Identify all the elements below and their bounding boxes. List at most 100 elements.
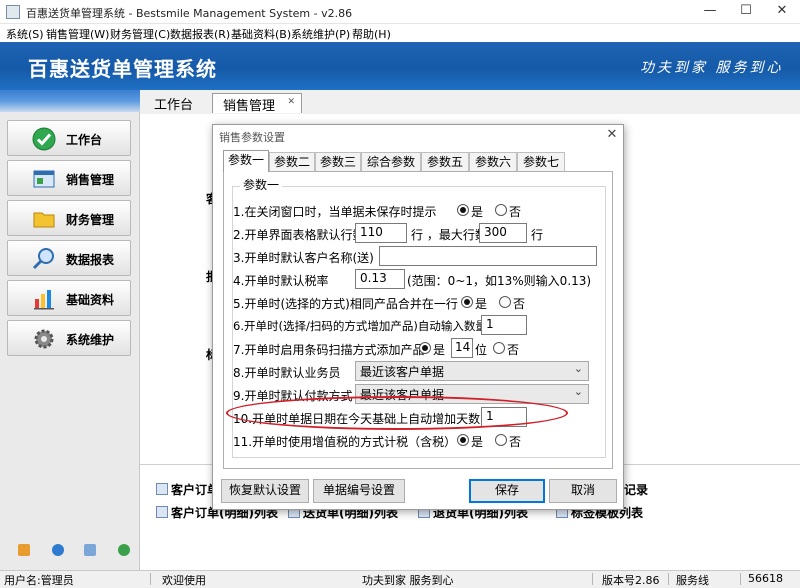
bar-chart-icon [34, 290, 54, 310]
check-circle-icon [32, 127, 56, 151]
nav-label: 基础资料 [66, 293, 115, 307]
setting-label: 6.开单时(选择/扫码的方式增加产品)自动输入数量 [233, 319, 487, 333]
maximize-button[interactable]: ☐ [728, 0, 764, 24]
list-icon [156, 483, 168, 495]
cancel-button[interactable]: 取消 [549, 479, 617, 503]
work-tabs: 工作台 销售管理 ✕ [140, 90, 800, 114]
minimize-button[interactable]: — [692, 0, 728, 24]
radio-yes-label: 是 [471, 205, 484, 219]
radio-no-label: 否 [513, 297, 526, 311]
setting-label: 行 [531, 228, 544, 242]
tax-rate-hint: (范围：0~1，如13%则输入0.13) [407, 274, 592, 288]
radio-yes[interactable] [457, 434, 469, 446]
tab-param-6[interactable]: 参数六 [469, 152, 517, 172]
setting-label: 11.开单时使用增值税的方式计税（含税） [233, 435, 457, 449]
menu-base-data[interactable]: 基础资料(B) [231, 26, 291, 42]
nav-sales[interactable]: 销售管理 [7, 160, 131, 196]
status-separator [740, 573, 741, 585]
list-icon [156, 506, 168, 518]
nav-label: 数据报表 [66, 253, 115, 267]
menu-finance[interactable]: 财务管理(C) [110, 26, 170, 42]
exit-icon[interactable] [118, 544, 130, 556]
nav-finance[interactable]: 财务管理 [7, 200, 131, 236]
sales-settings-dialog: 销售参数设置 ✕ 参数一 参数二 参数三 综合参数 参数五 参数六 参数七 参数… [212, 124, 624, 510]
radio-no-label: 否 [509, 205, 522, 219]
menu-system[interactable]: 系统(S) [6, 26, 44, 42]
link-records[interactable]: 记录 [624, 481, 648, 498]
folder-icon [33, 212, 55, 228]
tab-workbench[interactable]: 工作台 [144, 93, 203, 113]
tab-close-icon[interactable]: ✕ [287, 97, 295, 107]
setting-label: 3.开单时默认客户名称(送) [233, 251, 374, 265]
barcode-digits-input[interactable]: 14 [451, 338, 473, 358]
auto-quantity-input[interactable]: 1 [481, 315, 527, 335]
setting-label: 8.开单时默认业务员 [233, 366, 341, 380]
tab-param-3[interactable]: 参数三 [315, 152, 361, 172]
banner-slogan: 功夫到家 服务到心 [640, 60, 784, 76]
status-bar: 用户名:管理员 欢迎使用 功夫到家 服务到心 版本号2.86 服务线 56618 [0, 570, 800, 587]
radio-no[interactable] [495, 204, 507, 216]
status-separator [668, 573, 669, 585]
radio-no[interactable] [495, 434, 507, 446]
nav-label: 系统维护 [66, 333, 115, 347]
max-rows-input[interactable]: 300 [479, 223, 527, 243]
nav-base-data[interactable]: 基础资料 [7, 280, 131, 316]
tab-general-params[interactable]: 综合参数 [361, 152, 421, 172]
nav-reports[interactable]: 数据报表 [7, 240, 131, 276]
select-value: 最近该客户单据 [360, 365, 445, 379]
tax-rate-input[interactable]: 0.13 [355, 269, 405, 289]
small-tool-icon[interactable] [18, 544, 30, 556]
tab-sales-label: 销售管理 [223, 99, 276, 114]
default-customer-input[interactable] [379, 246, 597, 266]
radio-no-label: 否 [509, 435, 522, 449]
radio-yes[interactable] [461, 296, 473, 308]
tab-sales[interactable]: 销售管理 ✕ [212, 93, 303, 114]
menu-sales[interactable]: 销售管理(W) [46, 26, 109, 42]
default-rows-input[interactable]: 110 [355, 223, 407, 243]
close-window-button[interactable]: ✕ [764, 0, 800, 24]
radio-yes[interactable] [457, 204, 469, 216]
radio-no[interactable] [499, 296, 511, 308]
radio-no[interactable] [493, 342, 505, 354]
digits-unit-label: 位 [475, 343, 488, 357]
numbering-settings-button[interactable]: 单据编号设置 [313, 479, 405, 503]
radio-yes-label: 是 [433, 343, 446, 357]
nav-label: 财务管理 [66, 213, 115, 227]
radio-no-label: 否 [507, 343, 520, 357]
setting-label: 行 ，最大行数 [411, 228, 487, 242]
menu-help[interactable]: 帮助(H) [352, 26, 391, 42]
save-button[interactable]: 保存 [469, 479, 545, 503]
magnifier-icon [32, 248, 54, 270]
chevron-down-icon: ⌄ [573, 385, 583, 398]
restore-defaults-button[interactable]: 恢复默认设置 [221, 479, 309, 503]
radio-yes[interactable] [419, 342, 431, 354]
status-separator [150, 573, 151, 585]
setting-label: 5.开单时(选择的方式)相同产品合并在一行 [233, 297, 458, 311]
dialog-close-button[interactable]: ✕ [601, 125, 623, 145]
tab-param-5[interactable]: 参数五 [421, 152, 469, 172]
nav-workbench[interactable]: 工作台 [7, 120, 131, 156]
chevron-down-icon: ⌄ [573, 362, 583, 375]
nav-label: 工作台 [66, 133, 103, 147]
highlight-ellipse [226, 396, 568, 430]
tab-param-1[interactable]: 参数一 [223, 150, 269, 172]
app-banner: 百惠送货单管理系统 功夫到家 服务到心 [0, 42, 800, 90]
dialog-title: 销售参数设置 [219, 131, 285, 144]
clock-icon[interactable] [52, 544, 64, 556]
menu-reports[interactable]: 数据报表(R) [170, 26, 230, 42]
app-title: 百惠送货单管理系统 [28, 57, 217, 81]
setting-label: 1.在关闭窗口时，当单据未保存时提示 [233, 205, 437, 219]
default-salesperson-select[interactable]: 最近该客户单据 ⌄ [355, 361, 589, 381]
tab-param-7[interactable]: 参数七 [517, 152, 565, 172]
nav-header-stripe [0, 90, 140, 112]
nav-maintenance[interactable]: 系统维护 [7, 320, 131, 356]
window-icon [33, 170, 55, 188]
group-label: 参数一 [240, 176, 283, 193]
nav-label: 销售管理 [66, 173, 115, 187]
radio-yes-label: 是 [471, 435, 484, 449]
menu-maintenance[interactable]: 系统维护(P) [291, 26, 350, 42]
window-title: 百惠送货单管理系统 - Bestsmile Management System … [26, 7, 353, 20]
monitor-icon[interactable] [84, 544, 96, 556]
tab-param-2[interactable]: 参数二 [269, 152, 315, 172]
left-nav: 工作台 销售管理 财务管理 数据报表 基础资料 系统维护 [0, 90, 140, 570]
